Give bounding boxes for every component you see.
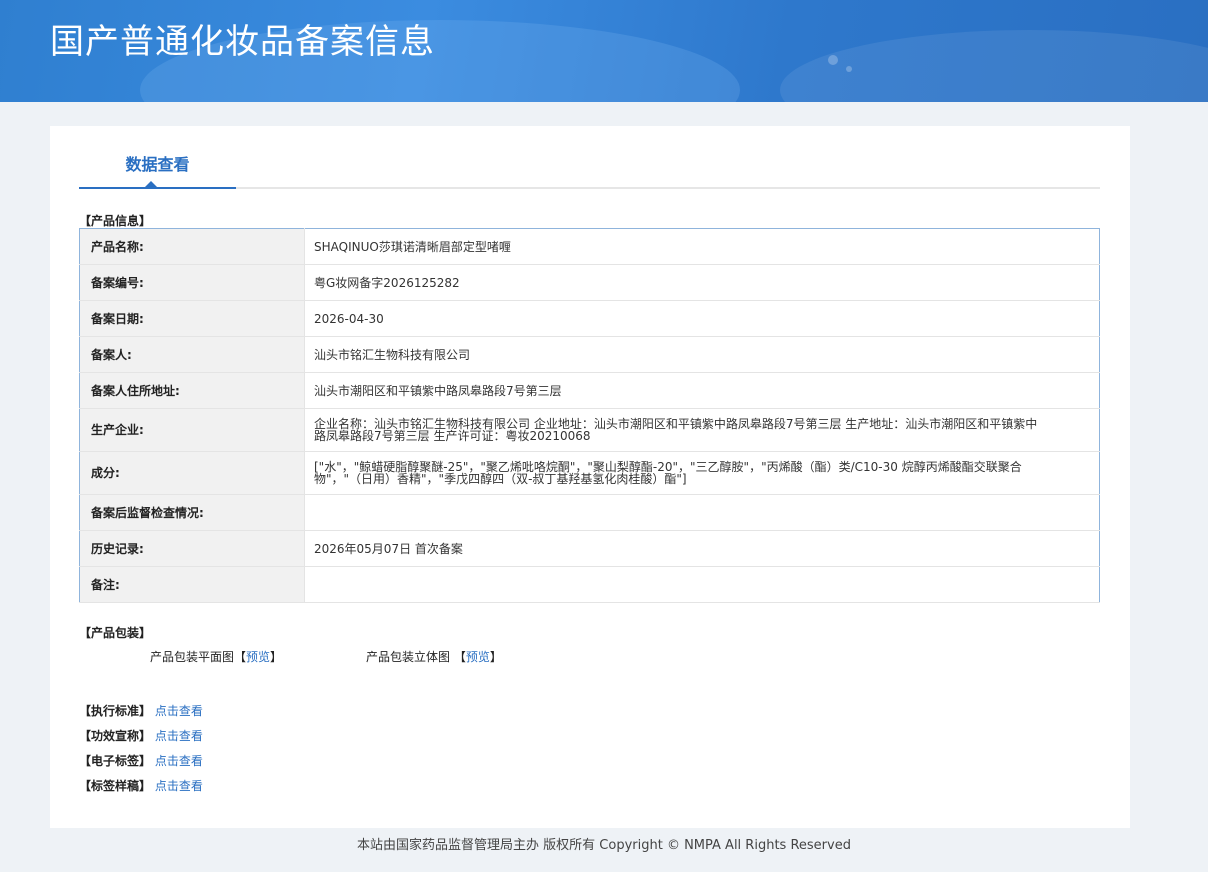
flat-preview-link[interactable]: 预览 [246,650,270,664]
table-row: 成分: ["水"，"鲸蜡硬脂醇聚醚-25"，"聚乙烯吡咯烷酮"，"聚山梨醇酯-2… [79,451,1100,495]
field-label: 备案人: [79,336,305,373]
packaging-stereo-item: 产品包装立体图 【预览】 [366,648,502,665]
doc-label: 【功效宣称】 [79,729,152,743]
packaging-heading: 【产品包装】 [79,626,152,640]
page-title: 国产普通化妆品备案信息 [50,22,435,62]
packaging-flat-label: 产品包装平面图 [150,650,235,664]
field-label: 备案日期: [79,300,305,337]
stereo-preview-link[interactable]: 预览 [466,650,490,664]
bracket-close: 】 [489,650,502,664]
banner-decoration [846,66,852,72]
field-value: 企业名称：汕头市铭汇生物科技有限公司 企业地址：汕头市潮阳区和平镇紫中路凤皋路段… [304,408,1100,452]
field-value: 汕头市潮阳区和平镇紫中路凤皋路段7号第三层 [304,372,1100,409]
field-label: 备注: [79,566,305,603]
header-banner: 国产普通化妆品备案信息 [0,0,1208,102]
table-row: 备案编号: 粤G妆网备字2026125282 [79,264,1100,301]
table-row: 历史记录: 2026年05月07日 首次备案 [79,530,1100,567]
field-label: 成分: [79,451,305,495]
table-row: 产品名称: SHAQINUO莎琪诺清晰眉部定型啫喱 [79,228,1100,265]
field-value: 2026年05月07日 首次备案 [304,530,1100,567]
packaging-stereo-label: 产品包装立体图 [366,650,451,664]
doc-row-efficacy: 【功效宣称】 点击查看 [79,727,203,744]
banner-decoration [780,30,1208,102]
field-value [304,566,1100,603]
table-row: 备注: [79,566,1100,603]
content-panel: 数据查看 【产品信息】 产品名称: SHAQINUO莎琪诺清晰眉部定型啫喱 备案… [50,126,1130,828]
product-info-table: 产品名称: SHAQINUO莎琪诺清晰眉部定型啫喱 备案编号: 粤G妆网备字20… [79,228,1100,603]
doc-label: 【执行标准】 [79,704,152,718]
field-label: 备案后监督检查情况: [79,494,305,531]
doc-row-standard: 【执行标准】 点击查看 [79,702,203,719]
view-e-label-link[interactable]: 点击查看 [155,754,203,768]
doc-row-label-draft: 【标签样稿】 点击查看 [79,777,203,794]
table-row: 备案日期: 2026-04-30 [79,300,1100,337]
tab-caret-icon [145,181,157,187]
product-info-heading: 【产品信息】 [79,214,152,228]
view-label-draft-link[interactable]: 点击查看 [155,779,203,793]
field-value [304,494,1100,531]
field-value: SHAQINUO莎琪诺清晰眉部定型啫喱 [304,228,1100,265]
tab-label: 数据查看 [125,155,190,174]
tab-data-view[interactable]: 数据查看 [79,126,236,189]
field-value: 粤G妆网备字2026125282 [304,264,1100,301]
field-label: 历史记录: [79,530,305,567]
doc-label: 【标签样稿】 [79,779,152,793]
field-value: 汕头市铭汇生物科技有限公司 [304,336,1100,373]
doc-row-e-label: 【电子标签】 点击查看 [79,752,203,769]
field-label: 备案人住所地址: [79,372,305,409]
view-efficacy-link[interactable]: 点击查看 [155,729,203,743]
footer-copyright: 本站由国家药品监督管理局主办 版权所有 Copyright © NMPA All… [357,838,851,853]
table-row: 备案后监督检查情况: [79,494,1100,531]
bracket-open: 【 [453,650,466,664]
packaging-flat-item: 产品包装平面图【预览】 [150,648,282,665]
field-label: 产品名称: [79,228,305,265]
field-label: 生产企业: [79,408,305,452]
tab-bar: 数据查看 [79,126,1100,189]
banner-decoration [828,55,838,65]
view-standard-link[interactable]: 点击查看 [155,704,203,718]
table-row: 生产企业: 企业名称：汕头市铭汇生物科技有限公司 企业地址：汕头市潮阳区和平镇紫… [79,408,1100,452]
bracket-close: 】 [270,650,283,664]
bracket-open: 【 [234,650,247,664]
table-row: 备案人: 汕头市铭汇生物科技有限公司 [79,336,1100,373]
table-row: 备案人住所地址: 汕头市潮阳区和平镇紫中路凤皋路段7号第三层 [79,372,1100,409]
field-value: 2026-04-30 [304,300,1100,337]
doc-label: 【电子标签】 [79,754,152,768]
field-value: ["水"，"鲸蜡硬脂醇聚醚-25"，"聚乙烯吡咯烷酮"，"聚山梨醇酯-20"，"… [304,451,1100,495]
field-label: 备案编号: [79,264,305,301]
